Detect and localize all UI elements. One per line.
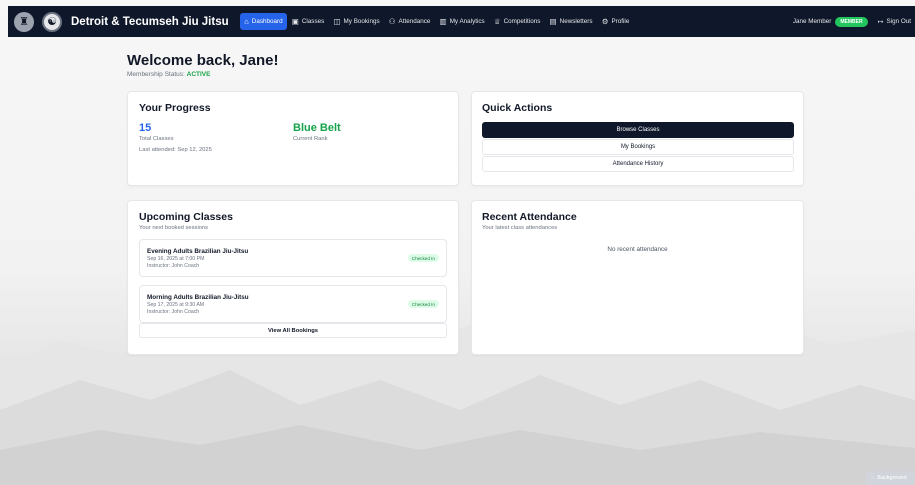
recent-title: Recent Attendance bbox=[482, 211, 577, 223]
nav-link-dashboard[interactable]: ⌂ Dashboard bbox=[239, 13, 288, 30]
nav-link-my-bookings[interactable]: ◫ My Bookings bbox=[329, 13, 384, 30]
bar-chart-icon: ▥ bbox=[439, 17, 447, 26]
class-instructor: Instructor: John Coach bbox=[147, 308, 200, 315]
nav-link-attendance[interactable]: ⚇ Attendance bbox=[384, 13, 435, 30]
image-icon: ◌ bbox=[871, 475, 875, 481]
logout-icon: ↦ bbox=[877, 18, 884, 26]
list-item[interactable]: Evening Adults Brazilian Jiu-Jitsu Sep 1… bbox=[139, 239, 447, 277]
recent-attendance-card: Recent Attendance Your latest class atte… bbox=[471, 200, 804, 355]
sign-out-button[interactable]: ↦ Sign Out bbox=[878, 18, 911, 26]
brand-name[interactable]: Detroit & Tecumseh Jiu Jitsu bbox=[71, 16, 229, 28]
recent-subtitle: Your latest class attendances bbox=[482, 225, 558, 231]
current-rank-label: Current Rank bbox=[293, 136, 328, 142]
class-name: Evening Adults Brazilian Jiu-Jitsu bbox=[147, 247, 249, 255]
class-time: Sep 17, 2025 at 9:30 AM bbox=[147, 301, 205, 308]
status-badge: Checked In bbox=[407, 254, 439, 262]
upcoming-subtitle: Your next booked sessions bbox=[139, 225, 209, 231]
my-bookings-button[interactable]: My Bookings bbox=[482, 139, 794, 155]
top-navigation-bar: ♜ ☯ Detroit & Tecumseh Jiu Jitsu ⌂ Dashbo… bbox=[8, 6, 915, 37]
jiu-jitsu-emblem-icon[interactable]: ☯ bbox=[42, 11, 62, 32]
nav-link-newsletters[interactable]: ▤ Newsletters bbox=[545, 13, 597, 30]
attendance-history-button[interactable]: Attendance History bbox=[482, 156, 794, 172]
upcoming-classes-card: Upcoming Classes Your next booked sessio… bbox=[127, 200, 459, 355]
status-badge: Checked In bbox=[407, 300, 439, 308]
current-rank-value: Blue Belt bbox=[293, 122, 341, 134]
quick-actions-card: Quick Actions Browse Classes My Bookings… bbox=[471, 91, 804, 186]
total-classes-label: Total Classes bbox=[139, 136, 174, 142]
class-name: Morning Adults Brazilian Jiu-Jitsu bbox=[147, 293, 249, 301]
class-instructor: Instructor: John Coach bbox=[147, 262, 200, 269]
nav-link-my-analytics[interactable]: ▥ My Analytics bbox=[435, 13, 489, 30]
nav-user-area: Jane Member MEMBER ↦ Sign Out bbox=[792, 16, 915, 27]
empty-state-message: No recent attendance bbox=[607, 246, 668, 253]
progress-card: Your Progress 15 Total Classes Blue Belt… bbox=[127, 91, 459, 186]
browse-classes-button[interactable]: Browse Classes bbox=[482, 122, 794, 138]
calendar-icon: ▣ bbox=[291, 17, 299, 26]
nav-link-classes[interactable]: ▣ Classes bbox=[287, 13, 329, 30]
view-all-bookings-button[interactable]: View All Bookings bbox=[139, 323, 447, 338]
nav-link-competitions[interactable]: ♕ Competitions bbox=[489, 13, 545, 30]
background-toggle-button[interactable]: ◌ Background bbox=[866, 471, 915, 485]
page-title: Welcome back, Jane! bbox=[127, 52, 279, 69]
settings-icon: ⚙ bbox=[601, 17, 609, 26]
academy-logo-icon[interactable]: ♜ bbox=[14, 11, 34, 32]
total-classes-value: 15 bbox=[139, 122, 152, 134]
membership-status: Membership Status: ACTIVE bbox=[127, 71, 211, 78]
member-role-badge: MEMBER bbox=[835, 16, 868, 27]
class-time: Sep 16, 2025 at 7:00 PM bbox=[147, 255, 205, 262]
book-icon: ◫ bbox=[333, 17, 341, 26]
newspaper-icon: ▤ bbox=[549, 17, 557, 26]
list-item[interactable]: Morning Adults Brazilian Jiu-Jitsu Sep 1… bbox=[139, 285, 447, 323]
status-value: ACTIVE bbox=[186, 71, 211, 78]
user-check-icon: ⚇ bbox=[388, 17, 396, 26]
trophy-icon: ♕ bbox=[493, 17, 501, 26]
user-name: Jane Member bbox=[792, 18, 832, 25]
last-attended: Last attended: Sep 12, 2025 bbox=[139, 147, 212, 153]
upcoming-title: Upcoming Classes bbox=[139, 211, 233, 223]
quick-actions-title: Quick Actions bbox=[482, 102, 553, 114]
progress-title: Your Progress bbox=[139, 102, 211, 114]
home-icon: ⌂ bbox=[244, 17, 249, 26]
nav-links: ⌂ Dashboard ▣ Classes ◫ My Bookings ⚇ Attend… bbox=[239, 13, 634, 30]
nav-link-profile[interactable]: ⚙ Profile bbox=[597, 13, 634, 30]
welcome-header: Welcome back, Jane! Membership Status: A… bbox=[127, 52, 804, 78]
